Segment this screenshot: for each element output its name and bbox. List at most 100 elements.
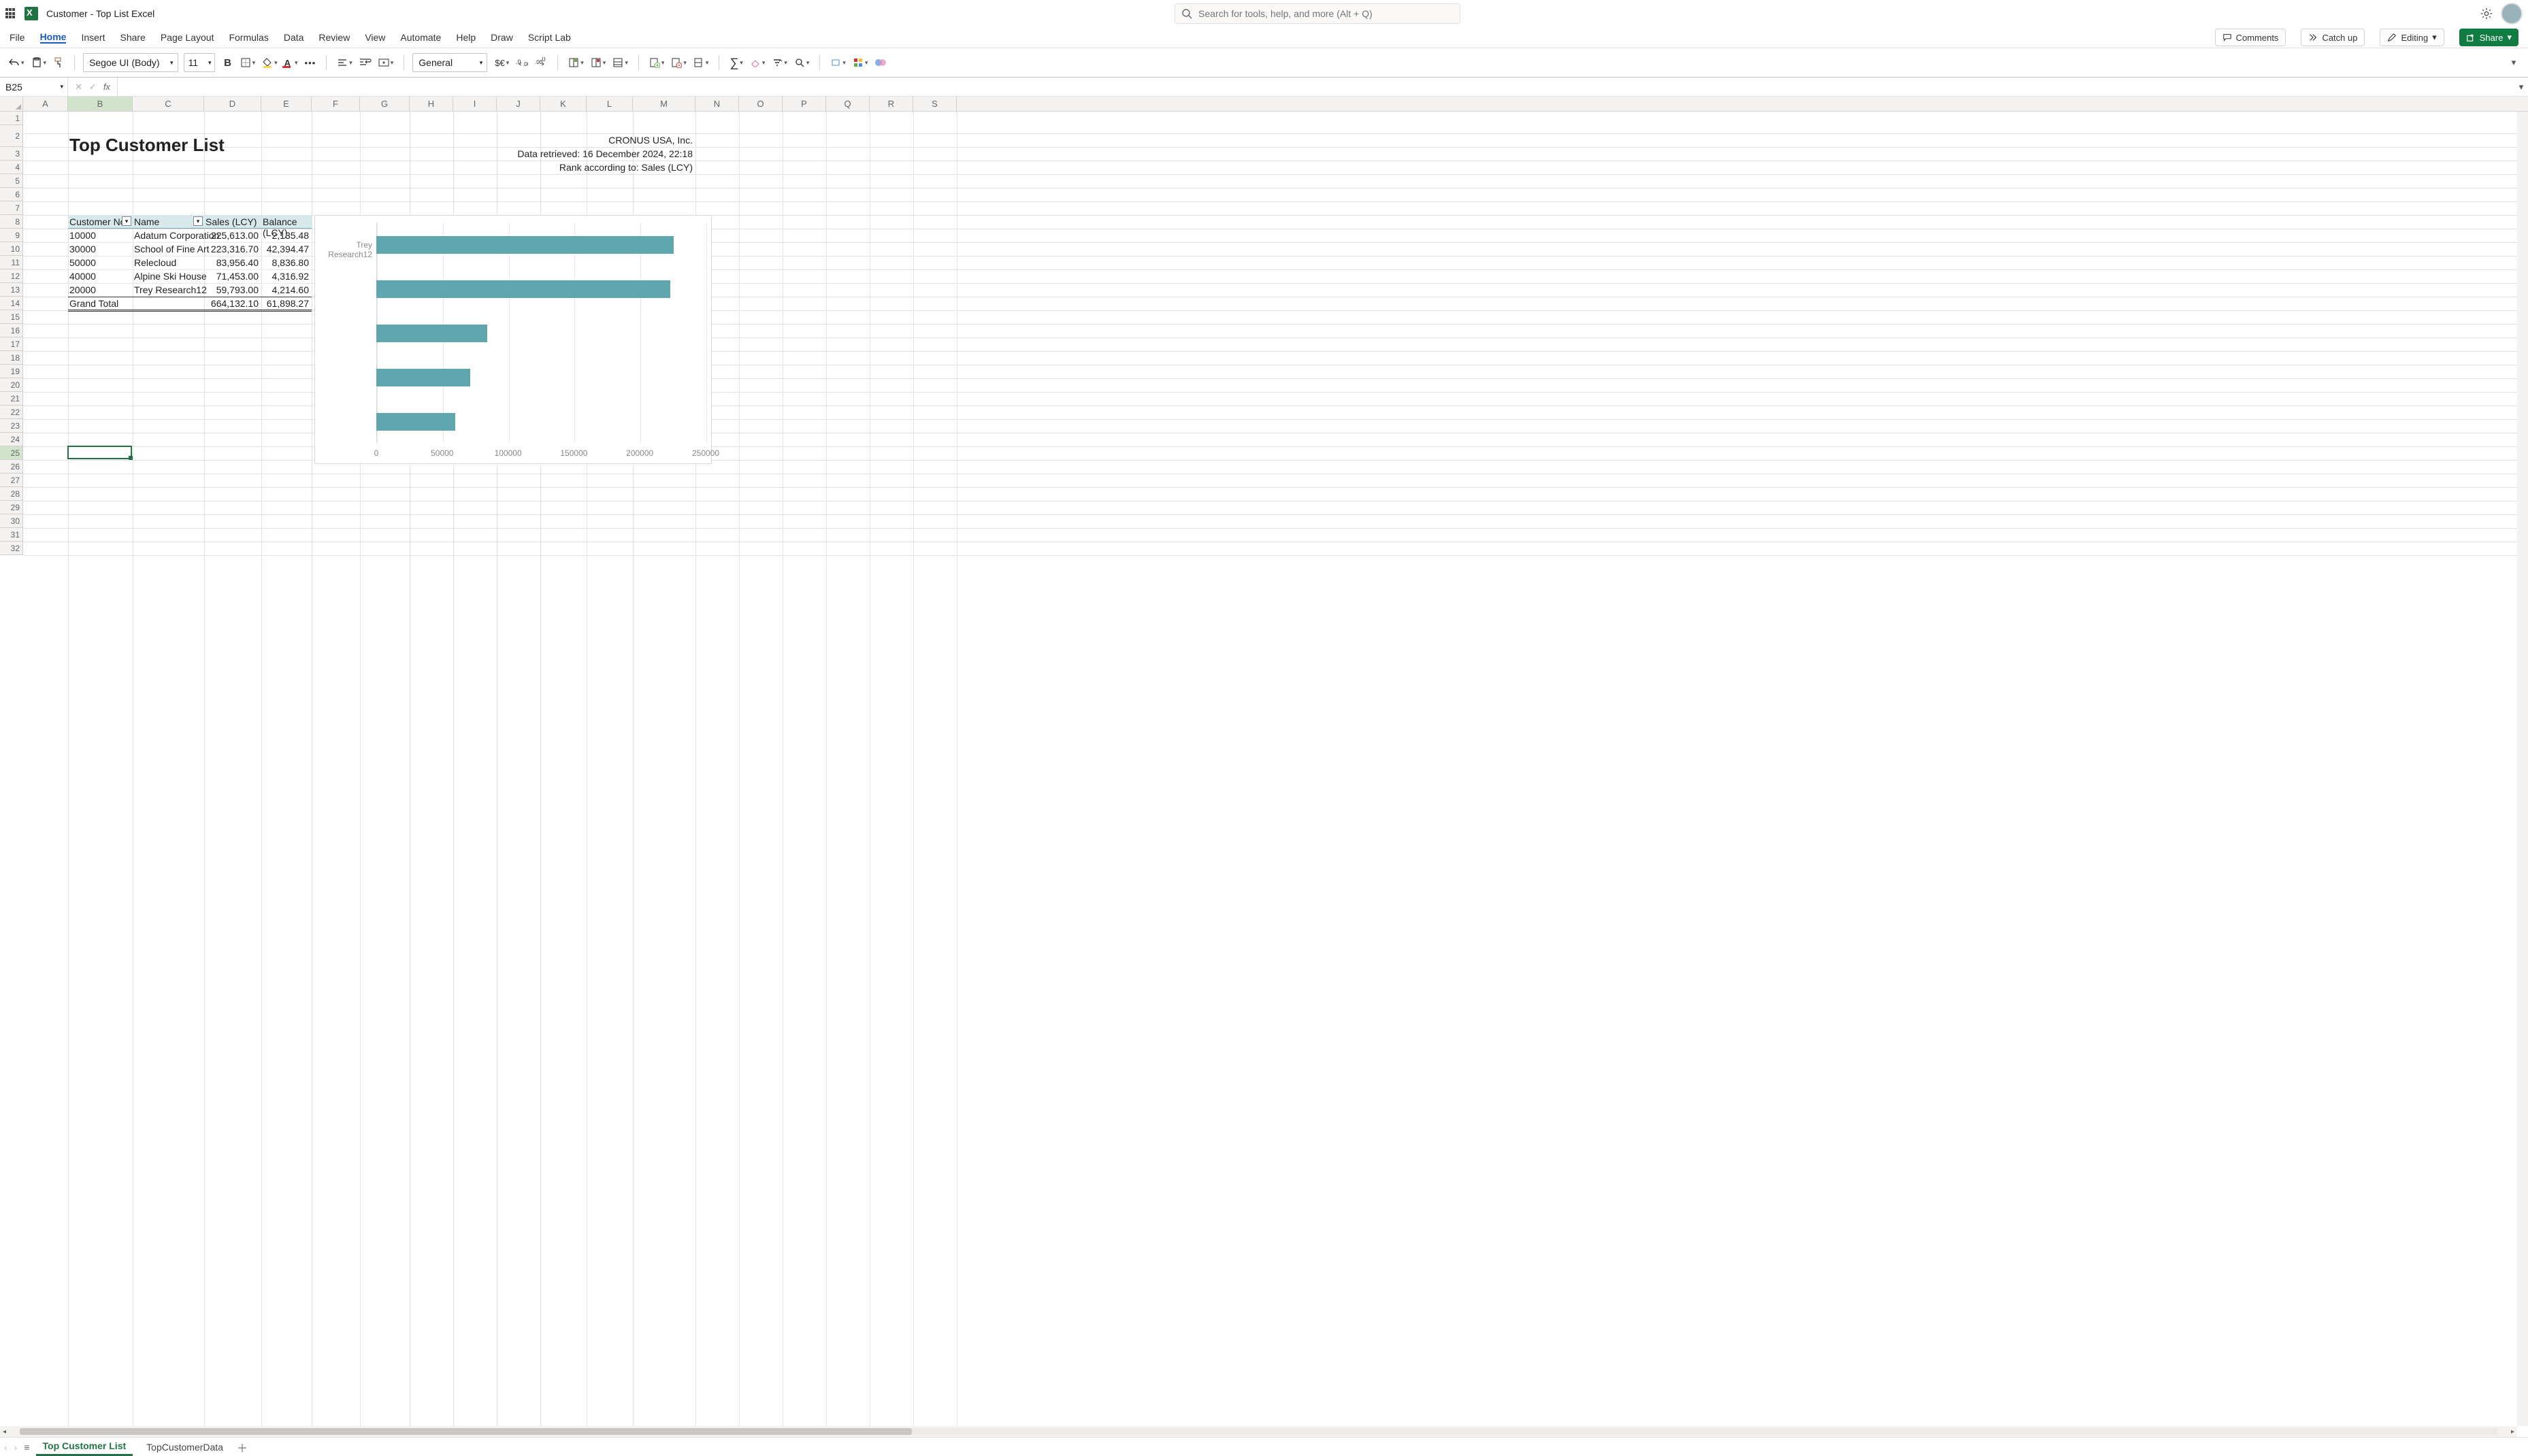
undo-button[interactable]: ▾ (7, 53, 27, 72)
row-header[interactable]: 8 (0, 215, 23, 229)
accounting-format-button[interactable]: $€▾ (493, 53, 511, 72)
catch-up-button[interactable]: Catch up (2301, 29, 2365, 46)
wrap-text-button[interactable] (357, 53, 374, 72)
sheet-tab-top-customer-data[interactable]: TopCustomerData (139, 1438, 230, 1456)
menu-review[interactable]: Review (318, 32, 350, 43)
document-title[interactable]: Customer - Top List Excel (46, 8, 154, 19)
column-header[interactable]: G (360, 97, 410, 111)
row-header[interactable]: 29 (0, 501, 23, 514)
clipboard-button[interactable]: ▾ (29, 53, 49, 72)
menu-script-lab[interactable]: Script Lab (528, 32, 571, 43)
column-header[interactable]: Q (826, 97, 870, 111)
format-cells-button[interactable]: ▾ (610, 53, 630, 72)
table-header-cell[interactable]: Sales (LCY) (204, 215, 261, 229)
row-header[interactable]: 26 (0, 460, 23, 474)
menu-formulas[interactable]: Formulas (229, 32, 268, 43)
column-header[interactable]: S (913, 97, 957, 111)
row-header[interactable]: 30 (0, 514, 23, 528)
menu-file[interactable]: File (10, 32, 25, 43)
row-header[interactable]: 11 (0, 256, 23, 269)
row-header[interactable]: 6 (0, 188, 23, 201)
format-painter-button[interactable] (51, 53, 66, 72)
selected-cell[interactable] (67, 446, 132, 459)
fill-color-button[interactable]: ▾ (260, 53, 280, 72)
clear-button[interactable]: ▾ (748, 53, 768, 72)
row-header[interactable]: 24 (0, 433, 23, 446)
ribbon-expand-button[interactable]: ▾ (2506, 53, 2521, 72)
menu-automate[interactable]: Automate (400, 32, 441, 43)
sheet-nav-next[interactable]: › (14, 1442, 18, 1453)
row-header[interactable]: 21 (0, 392, 23, 406)
column-header[interactable]: F (312, 97, 360, 111)
row-header[interactable]: 20 (0, 378, 23, 392)
vertical-scrollbar[interactable] (2517, 112, 2528, 1426)
menu-help[interactable]: Help (456, 32, 476, 43)
font-name-select[interactable]: Segoe UI (Body)▾ (83, 53, 178, 72)
row-header[interactable]: 25 (0, 446, 23, 460)
column-header[interactable]: B (68, 97, 133, 111)
sheet-tab-top-customer-list[interactable]: Top Customer List (36, 1438, 133, 1456)
expand-formula-bar-button[interactable]: ▾ (2514, 82, 2528, 93)
filter-dropdown-icon[interactable]: ▾ (122, 216, 131, 226)
sheet-nav-prev[interactable]: ‹ (4, 1442, 7, 1453)
row-header[interactable]: 15 (0, 310, 23, 324)
worksheet-cells[interactable]: Top Customer ListCRONUS USA, Inc.Data re… (23, 112, 2517, 1426)
menu-insert[interactable]: Insert (81, 32, 105, 43)
all-sheets-button[interactable]: ≡ (24, 1442, 29, 1453)
row-header[interactable]: 18 (0, 351, 23, 365)
search-input[interactable] (1175, 3, 1460, 24)
editing-mode-button[interactable]: Editing▾ (2380, 29, 2444, 46)
font-color-button[interactable]: A▾ (282, 53, 300, 72)
column-header[interactable]: I (453, 97, 497, 111)
filter-dropdown-icon[interactable]: ▾ (193, 216, 203, 226)
fx-icon[interactable]: fx (103, 82, 110, 92)
insert-cells-button[interactable]: ▾ (566, 53, 586, 72)
cancel-formula-icon[interactable]: ✕ (75, 82, 82, 93)
sensitivity-button[interactable]: ▾ (828, 53, 848, 72)
row-header[interactable]: 2 (0, 125, 23, 147)
sales-bar-chart[interactable]: 050000100000150000200000250000Trey Resea… (314, 215, 712, 464)
row-header[interactable]: 19 (0, 365, 23, 378)
column-header[interactable]: M (633, 97, 695, 111)
column-header[interactable]: L (587, 97, 633, 111)
column-header[interactable]: C (133, 97, 204, 111)
menu-data[interactable]: Data (284, 32, 304, 43)
row-header[interactable]: 22 (0, 406, 23, 419)
horizontal-scrollbar[interactable]: ◂▸ (0, 1426, 2517, 1437)
row-header[interactable]: 27 (0, 474, 23, 487)
sort-filter-button[interactable]: ▾ (770, 53, 789, 72)
enter-formula-icon[interactable]: ✓ (89, 82, 97, 93)
column-header[interactable]: E (261, 97, 312, 111)
delete-sheet-button[interactable]: ▾ (669, 53, 689, 72)
scroll-right-icon[interactable]: ▸ (2508, 1428, 2517, 1436)
number-format-select[interactable]: General▾ (412, 53, 487, 72)
row-header[interactable]: 10 (0, 242, 23, 256)
autosum-button[interactable]: ∑▾ (727, 53, 744, 72)
increase-decimal-button[interactable]: .00.0 (533, 53, 549, 72)
font-size-select[interactable]: 11▾ (184, 53, 215, 72)
column-header[interactable]: A (23, 97, 68, 111)
delete-cells-button[interactable]: ▾ (589, 53, 608, 72)
borders-button[interactable]: ▾ (238, 53, 258, 72)
share-button[interactable]: Share▾ (2459, 29, 2518, 46)
row-header[interactable]: 12 (0, 269, 23, 283)
row-header[interactable]: 13 (0, 283, 23, 297)
row-header[interactable]: 5 (0, 174, 23, 188)
insert-sheet-button[interactable]: ▾ (647, 53, 667, 72)
table-header-cell[interactable]: Name▾ (133, 215, 204, 229)
menu-draw[interactable]: Draw (491, 32, 513, 43)
table-header-cell[interactable]: Balance (LCY) (261, 215, 312, 229)
comments-button[interactable]: Comments (2215, 29, 2286, 46)
decrease-decimal-button[interactable]: .0.00 (514, 53, 530, 72)
column-header[interactable]: H (410, 97, 453, 111)
select-all-corner[interactable] (0, 97, 23, 111)
row-header[interactable]: 16 (0, 324, 23, 337)
column-header[interactable]: R (870, 97, 913, 111)
row-header[interactable]: 1 (0, 112, 23, 125)
row-header[interactable]: 23 (0, 419, 23, 433)
table-header-cell[interactable]: Customer No▾ (68, 215, 133, 229)
user-avatar[interactable] (2501, 3, 2523, 24)
scroll-left-icon[interactable]: ◂ (0, 1428, 9, 1436)
addins-button[interactable]: ▾ (851, 53, 870, 72)
align-button[interactable]: ▾ (335, 53, 355, 72)
